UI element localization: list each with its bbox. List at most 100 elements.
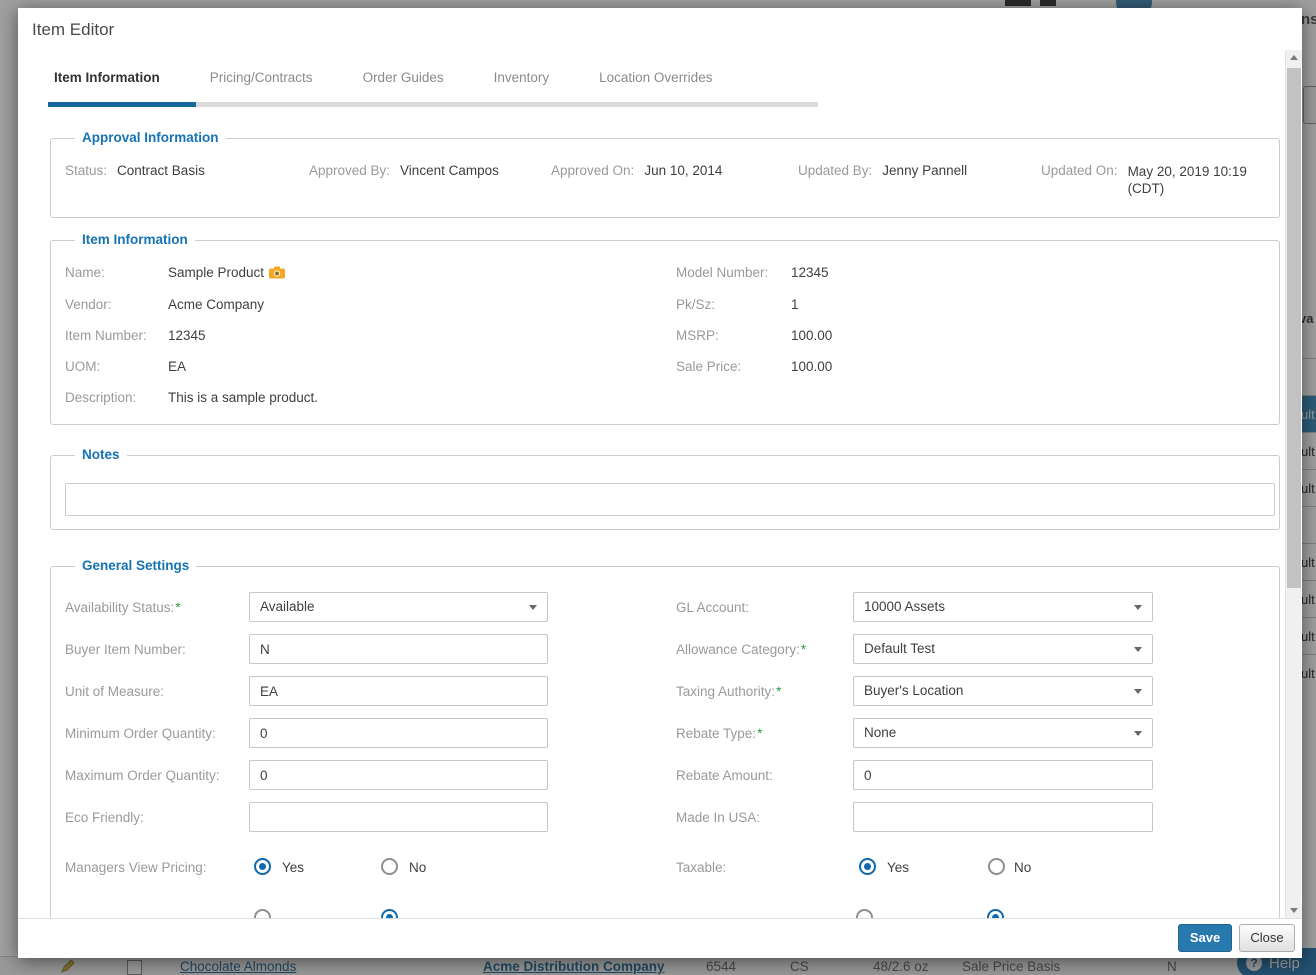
rebate-type-select[interactable]: None: [853, 718, 1153, 748]
field-value: Vincent Campos: [400, 163, 499, 178]
unit-of-measure-label: Unit of Measure:: [65, 684, 164, 699]
buyer-item-number-label: Buyer Item Number:: [65, 642, 186, 657]
notes-input[interactable]: [65, 483, 1275, 516]
field-label: Approved On:: [551, 163, 634, 178]
updated-by-field: Updated By: Jenny Pannell: [798, 163, 967, 178]
cutoff-radio[interactable]: [856, 909, 873, 918]
maximum-order-quantity-input[interactable]: [249, 760, 548, 790]
tab-location-overrides[interactable]: Location Overrides: [593, 70, 734, 85]
tab-order-guides[interactable]: Order Guides: [357, 70, 466, 85]
required-marker: *: [801, 642, 806, 657]
taxable-yes-radio[interactable]: [859, 858, 876, 875]
radio-option-label: Yes: [282, 860, 304, 875]
radio-option-label: No: [409, 860, 426, 875]
dialog-footer: Save Close: [18, 918, 1302, 958]
general-settings-section: General Settings Availability Status:* A…: [50, 566, 1280, 918]
tab-bar: Item Information Pricing/Contracts Order…: [48, 70, 756, 85]
msrp-label: MSRP:: [676, 328, 719, 343]
cutoff-radio[interactable]: [987, 909, 1004, 918]
save-button[interactable]: Save: [1178, 924, 1232, 952]
section-legend: General Settings: [75, 558, 196, 573]
msrp-value: 100.00: [791, 328, 832, 343]
taxable-label: Taxable:: [676, 860, 726, 875]
name-value: Sample Product: [168, 265, 285, 280]
scroll-down-button[interactable]: [1286, 902, 1302, 918]
required-marker: *: [175, 600, 180, 615]
field-value: Jenny Pannell: [882, 163, 967, 178]
description-label: Description:: [65, 390, 136, 405]
item-editor-dialog: Item Editor Item Information Pricing/Con…: [18, 8, 1302, 958]
close-button[interactable]: Close: [1239, 924, 1295, 952]
taxing-authority-label: Taxing Authority:*: [676, 684, 781, 699]
availability-status-select[interactable]: Available: [249, 592, 548, 622]
approved-by-field: Approved By: Vincent Campos: [309, 163, 499, 178]
gl-account-select[interactable]: 10000 Assets: [853, 592, 1153, 622]
minimum-order-quantity-input[interactable]: [249, 718, 548, 748]
chevron-down-icon: [1134, 689, 1142, 694]
uom-label: UOM:: [65, 359, 100, 374]
cutoff-radio[interactable]: [381, 909, 398, 918]
rebate-type-label: Rebate Type:*: [676, 726, 762, 741]
chevron-down-icon: [1134, 647, 1142, 652]
approval-status-field: Status: Contract Basis: [65, 163, 205, 178]
gl-account-label: GL Account:: [676, 600, 749, 615]
radio-option-label: No: [1014, 860, 1031, 875]
managers-view-pricing-yes-radio[interactable]: [254, 858, 271, 875]
made-in-usa-label: Made In USA:: [676, 810, 760, 825]
field-value: Jun 10, 2014: [644, 163, 722, 178]
dialog-title: Item Editor: [32, 20, 114, 40]
rebate-amount-label: Rebate Amount:: [676, 768, 773, 783]
minimum-order-quantity-label: Minimum Order Quantity:: [65, 726, 216, 741]
field-label: Updated On:: [1041, 163, 1118, 178]
field-label: Status:: [65, 163, 107, 178]
rebate-amount-input[interactable]: [853, 760, 1153, 790]
arrow-down-icon: [1290, 908, 1298, 913]
scroll-up-button[interactable]: [1286, 50, 1302, 66]
allowance-category-label: Allowance Category:*: [676, 642, 806, 657]
allowance-category-select[interactable]: Default Test: [853, 634, 1153, 664]
section-legend: Notes: [75, 447, 127, 462]
pk-sz-value: 1: [791, 297, 799, 312]
notes-section: Notes: [50, 455, 1280, 530]
sale-price-label: Sale Price:: [676, 359, 741, 374]
chevron-down-icon: [1134, 605, 1142, 610]
pk-sz-label: Pk/Sz:: [676, 297, 715, 312]
chevron-down-icon: [529, 605, 537, 610]
managers-view-pricing-no-radio[interactable]: [381, 858, 398, 875]
eco-friendly-input[interactable]: [249, 802, 548, 832]
vendor-label: Vendor:: [65, 297, 112, 312]
maximum-order-quantity-label: Maximum Order Quantity:: [65, 768, 220, 783]
description-value: This is a sample product.: [168, 390, 318, 405]
arrow-up-icon: [1290, 55, 1298, 60]
cutoff-radio[interactable]: [254, 909, 271, 918]
approval-information-section: Approval Information Status: Contract Ba…: [50, 138, 1280, 218]
taxing-authority-select[interactable]: Buyer's Location: [853, 676, 1153, 706]
camera-icon[interactable]: [269, 266, 285, 279]
required-marker: *: [776, 684, 781, 699]
field-value: Contract Basis: [117, 163, 205, 178]
managers-view-pricing-label: Managers View Pricing:: [65, 860, 207, 875]
tab-inventory[interactable]: Inventory: [488, 70, 572, 85]
item-number-label: Item Number:: [65, 328, 147, 343]
tab-pricing-contracts[interactable]: Pricing/Contracts: [204, 70, 335, 85]
field-label: Approved By:: [309, 163, 390, 178]
required-marker: *: [757, 726, 762, 741]
unit-of-measure-input[interactable]: [249, 676, 548, 706]
vendor-value: Acme Company: [168, 297, 264, 312]
model-number-value: 12345: [791, 265, 829, 280]
field-label: Updated By:: [798, 163, 872, 178]
buyer-item-number-input[interactable]: [249, 634, 548, 664]
tab-item-information[interactable]: Item Information: [48, 70, 182, 85]
chevron-down-icon: [1134, 731, 1142, 736]
updated-on-field: Updated On: May 20, 2019 10:19 (CDT): [1041, 163, 1278, 197]
scrollbar-thumb[interactable]: [1287, 68, 1301, 588]
uom-value: EA: [168, 359, 186, 374]
section-legend: Approval Information: [75, 130, 226, 145]
made-in-usa-input[interactable]: [853, 802, 1153, 832]
sale-price-value: 100.00: [791, 359, 832, 374]
section-legend: Item Information: [75, 232, 195, 247]
vertical-scrollbar[interactable]: [1285, 50, 1301, 918]
item-number-value: 12345: [168, 328, 206, 343]
model-number-label: Model Number:: [676, 265, 768, 280]
taxable-no-radio[interactable]: [988, 858, 1005, 875]
